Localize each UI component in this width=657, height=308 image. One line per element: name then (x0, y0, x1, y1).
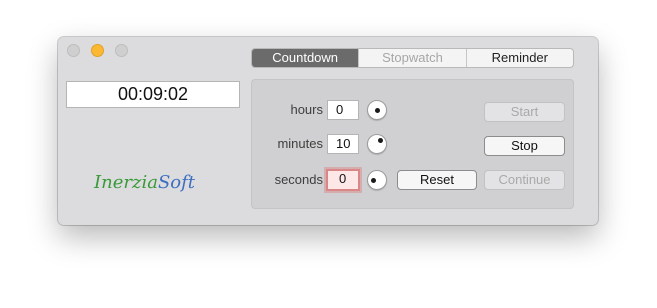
time-display: 00:09:02 (66, 81, 240, 108)
close-icon[interactable] (67, 44, 80, 57)
seconds-stepper-knob[interactable] (367, 170, 387, 190)
tab-reminder[interactable]: Reminder (467, 49, 573, 67)
continue-button[interactable]: Continue (484, 170, 565, 190)
inerziasoft-logo: InerziaSoft (94, 172, 195, 193)
seconds-label: seconds (274, 172, 323, 187)
logo-part-2: Soft (157, 172, 196, 193)
reset-button[interactable]: Reset (397, 170, 477, 190)
start-button[interactable]: Start (484, 102, 565, 122)
timer-window: 00:09:02 InerziaSoft Countdown Stopwatch… (58, 37, 598, 225)
hours-field[interactable]: 0 (327, 100, 359, 120)
minutes-label: minutes (277, 136, 323, 151)
zoom-icon[interactable] (115, 44, 128, 57)
tab-stopwatch[interactable]: Stopwatch (359, 49, 467, 67)
minutes-stepper-knob[interactable] (367, 134, 387, 154)
stop-button[interactable]: Stop (484, 136, 565, 156)
countdown-panel: hours 0 minutes 10 seconds 0 Reset Start… (251, 79, 574, 209)
hours-label: hours (290, 102, 323, 117)
seconds-field[interactable]: 0 (326, 169, 360, 191)
tab-countdown[interactable]: Countdown (252, 49, 360, 67)
hours-stepper-knob[interactable] (367, 100, 387, 120)
minutes-field[interactable]: 10 (327, 134, 359, 154)
logo-part-1: Inerzia (94, 172, 158, 193)
mode-tabs: Countdown Stopwatch Reminder (251, 48, 574, 68)
minimize-icon[interactable] (91, 44, 104, 57)
